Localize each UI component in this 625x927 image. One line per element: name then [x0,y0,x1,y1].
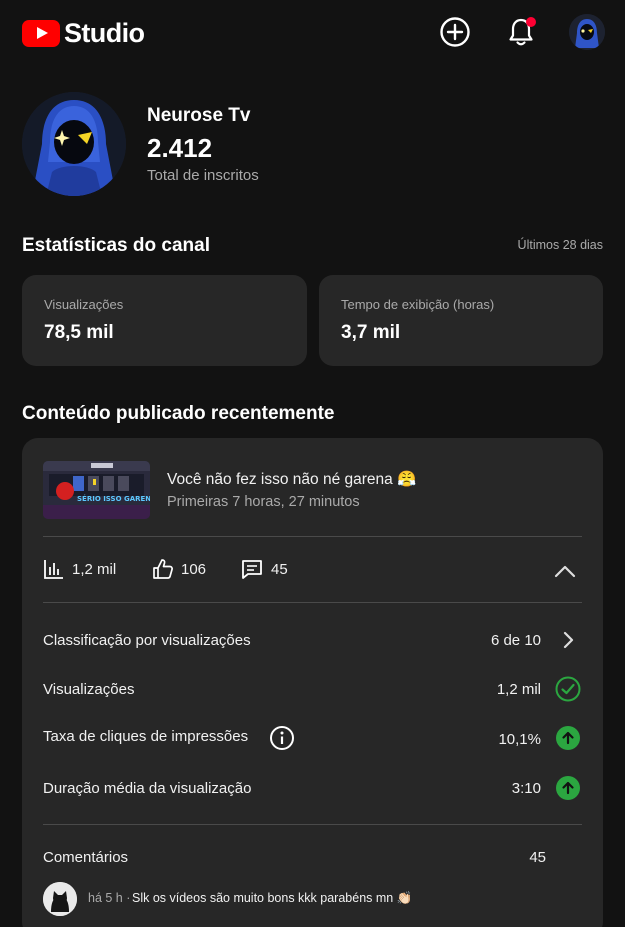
metric-views: 1,2 mil [43,558,116,580]
metric-likes: 106 [152,558,206,580]
thumbs-up-icon [153,559,173,579]
chevron-up-icon [554,565,576,578]
metric-comments: 45 [240,558,288,580]
metric-likes-value: 106 [181,560,207,578]
stat-value: 3,7 mil [341,322,401,343]
cat-avatar-icon [43,882,77,916]
arrow-up-circle-icon [556,726,580,750]
collapse-button[interactable] [552,558,578,584]
create-button[interactable] [438,14,472,50]
top-app-bar: Studio [0,0,625,68]
avg-duration-value: 3:10 [511,780,541,797]
divider [43,602,582,603]
ranking-label: Classificação por visualizações [43,632,251,649]
stat-label: Tempo de exibição (horas) [341,297,495,312]
bar-chart-icon [44,560,63,579]
comment-time: há 5 h · [88,891,131,905]
info-icon [270,726,294,750]
arrow-up-circle-icon [556,776,580,800]
comments-count: 45 [529,849,546,866]
video-title[interactable]: Você não fez isso não né garena 😤 [167,470,416,489]
add-circle-icon [440,17,470,47]
stat-card-views[interactable]: Visualizações 78,5 mil [22,275,307,366]
youtube-play-icon [22,20,60,47]
channel-name: Neurose Tv [147,105,251,126]
notifications-button[interactable] [504,14,538,50]
stat-card-watch-time[interactable]: Tempo de exibição (horas) 3,7 mil [319,275,603,366]
ranking-value: 6 de 10 [490,632,541,649]
ctr-info-button[interactable] [269,725,295,756]
channel-stats-title: Estatísticas do canal [22,235,210,256]
metric-comments-value: 45 [271,560,288,578]
hooded-figure-icon [22,92,126,196]
stats-period: Últimos 28 dias [517,238,603,252]
stat-label: Visualizações [44,297,124,312]
views-label: Visualizações [43,681,135,698]
chevron-right-icon [563,631,574,649]
views-status [555,676,581,702]
ctr-value: 10,1% [498,731,541,748]
commenter-avatar[interactable] [43,882,77,916]
ranking-details-button[interactable] [555,627,581,653]
check-circle-icon [555,676,581,702]
avg-duration-label: Duração média da visualização [43,780,252,797]
notification-dot [526,17,536,27]
ctr-label: Taxa de cliques de impressões [43,728,249,745]
youtube-studio-logo[interactable]: Studio [22,18,145,49]
video-period: Primeiras 7 horas, 27 minutos [167,494,360,510]
divider [43,536,582,537]
video-thumbnail-image: SÉRIO ISSO GARENA [43,461,150,519]
thumbnail-caption: SÉRIO ISSO GARENA [77,494,150,503]
subscriber-count: 2.412 [147,133,213,163]
stat-value: 78,5 mil [44,322,114,343]
recent-content-title: Conteúdo publicado recentemente [22,403,335,424]
comments-label[interactable]: Comentários [43,849,128,866]
hooded-figure-icon [569,14,605,50]
channel-avatar[interactable] [22,92,126,196]
metric-views-value: 1,2 mil [72,560,117,578]
ctr-status [555,725,581,751]
comment-icon [242,560,262,579]
avg-duration-status [555,775,581,801]
recent-video-card: SÉRIO ISSO GARENA Você não fez isso não … [22,438,603,927]
subscriber-label: Total de inscritos [147,167,259,184]
logo-text: Studio [64,18,145,48]
divider [43,824,582,825]
comment-text[interactable]: Slk os vídeos são muito bons kkk parabén… [132,891,412,906]
video-thumbnail[interactable]: SÉRIO ISSO GARENA [43,461,150,519]
account-avatar[interactable] [569,14,605,50]
views-value: 1,2 mil [496,681,541,698]
